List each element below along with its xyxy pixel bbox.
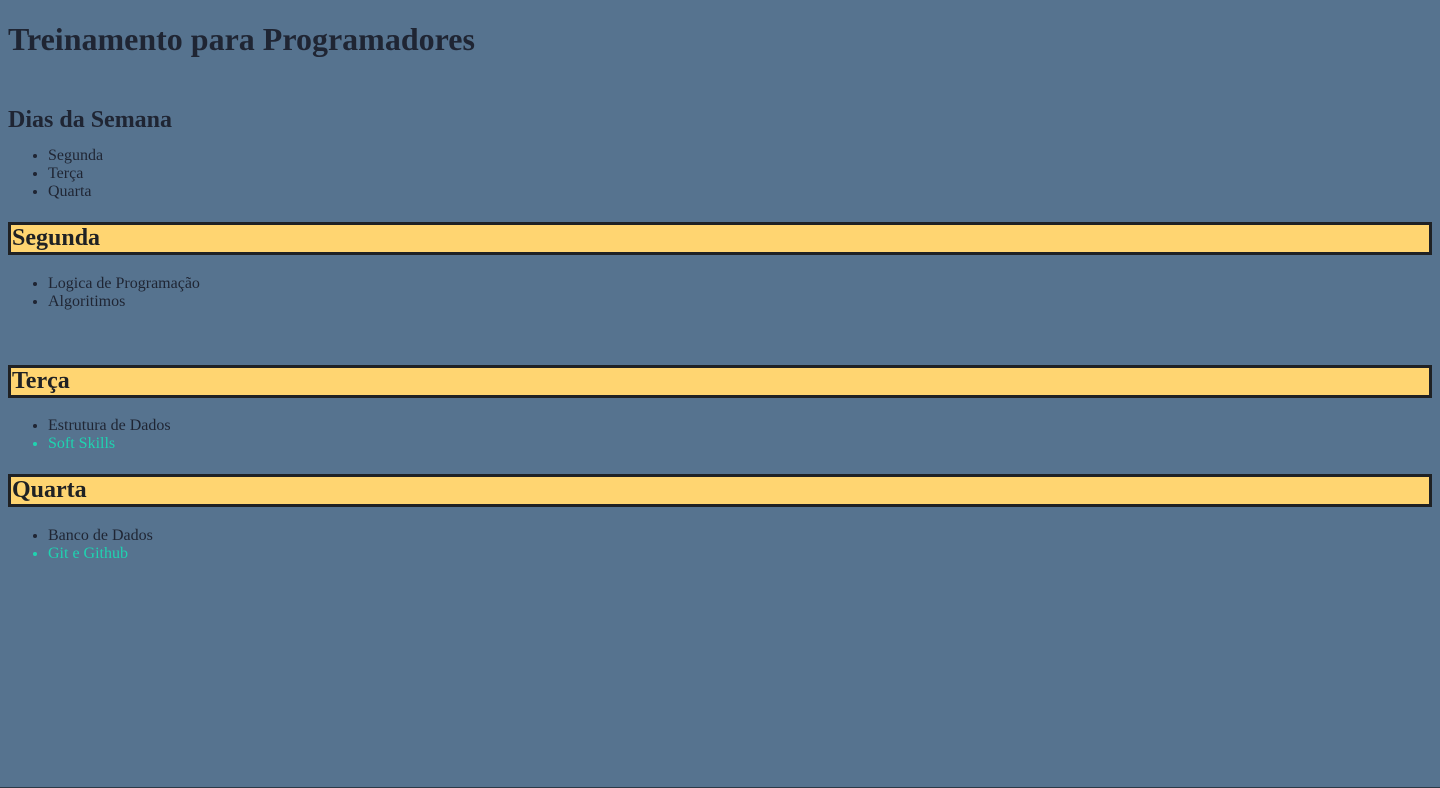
- section-heading-segunda: Segunda: [8, 222, 1432, 255]
- list-item: Logica de Programação: [48, 275, 1432, 293]
- terca-topics-list: Estrutura de Dados Soft Skills: [8, 417, 1432, 453]
- week-days-list: Segunda Terça Quarta: [8, 147, 1432, 201]
- quarta-topics-list: Banco de Dados Git e Github: [8, 527, 1432, 563]
- list-item: Algoritimos: [48, 293, 1432, 311]
- list-item: Segunda: [48, 147, 1432, 165]
- section-heading-terca: Terça: [8, 365, 1432, 398]
- list-item: Quarta: [48, 183, 1432, 201]
- list-item: Banco de Dados: [48, 527, 1432, 545]
- segunda-topics-list: Logica de Programação Algoritimos: [8, 275, 1432, 311]
- list-item-highlighted: Soft Skills: [48, 435, 1432, 453]
- page-content: Treinamento para Programadores Dias da S…: [0, 0, 1440, 563]
- page-title: Treinamento para Programadores: [8, 21, 475, 57]
- section-heading-quarta: Quarta: [8, 474, 1432, 507]
- list-item: Terça: [48, 165, 1432, 183]
- list-item-highlighted: Git e Github: [48, 545, 1432, 563]
- week-heading: Dias da Semana: [8, 107, 173, 133]
- list-item: Estrutura de Dados: [48, 417, 1432, 435]
